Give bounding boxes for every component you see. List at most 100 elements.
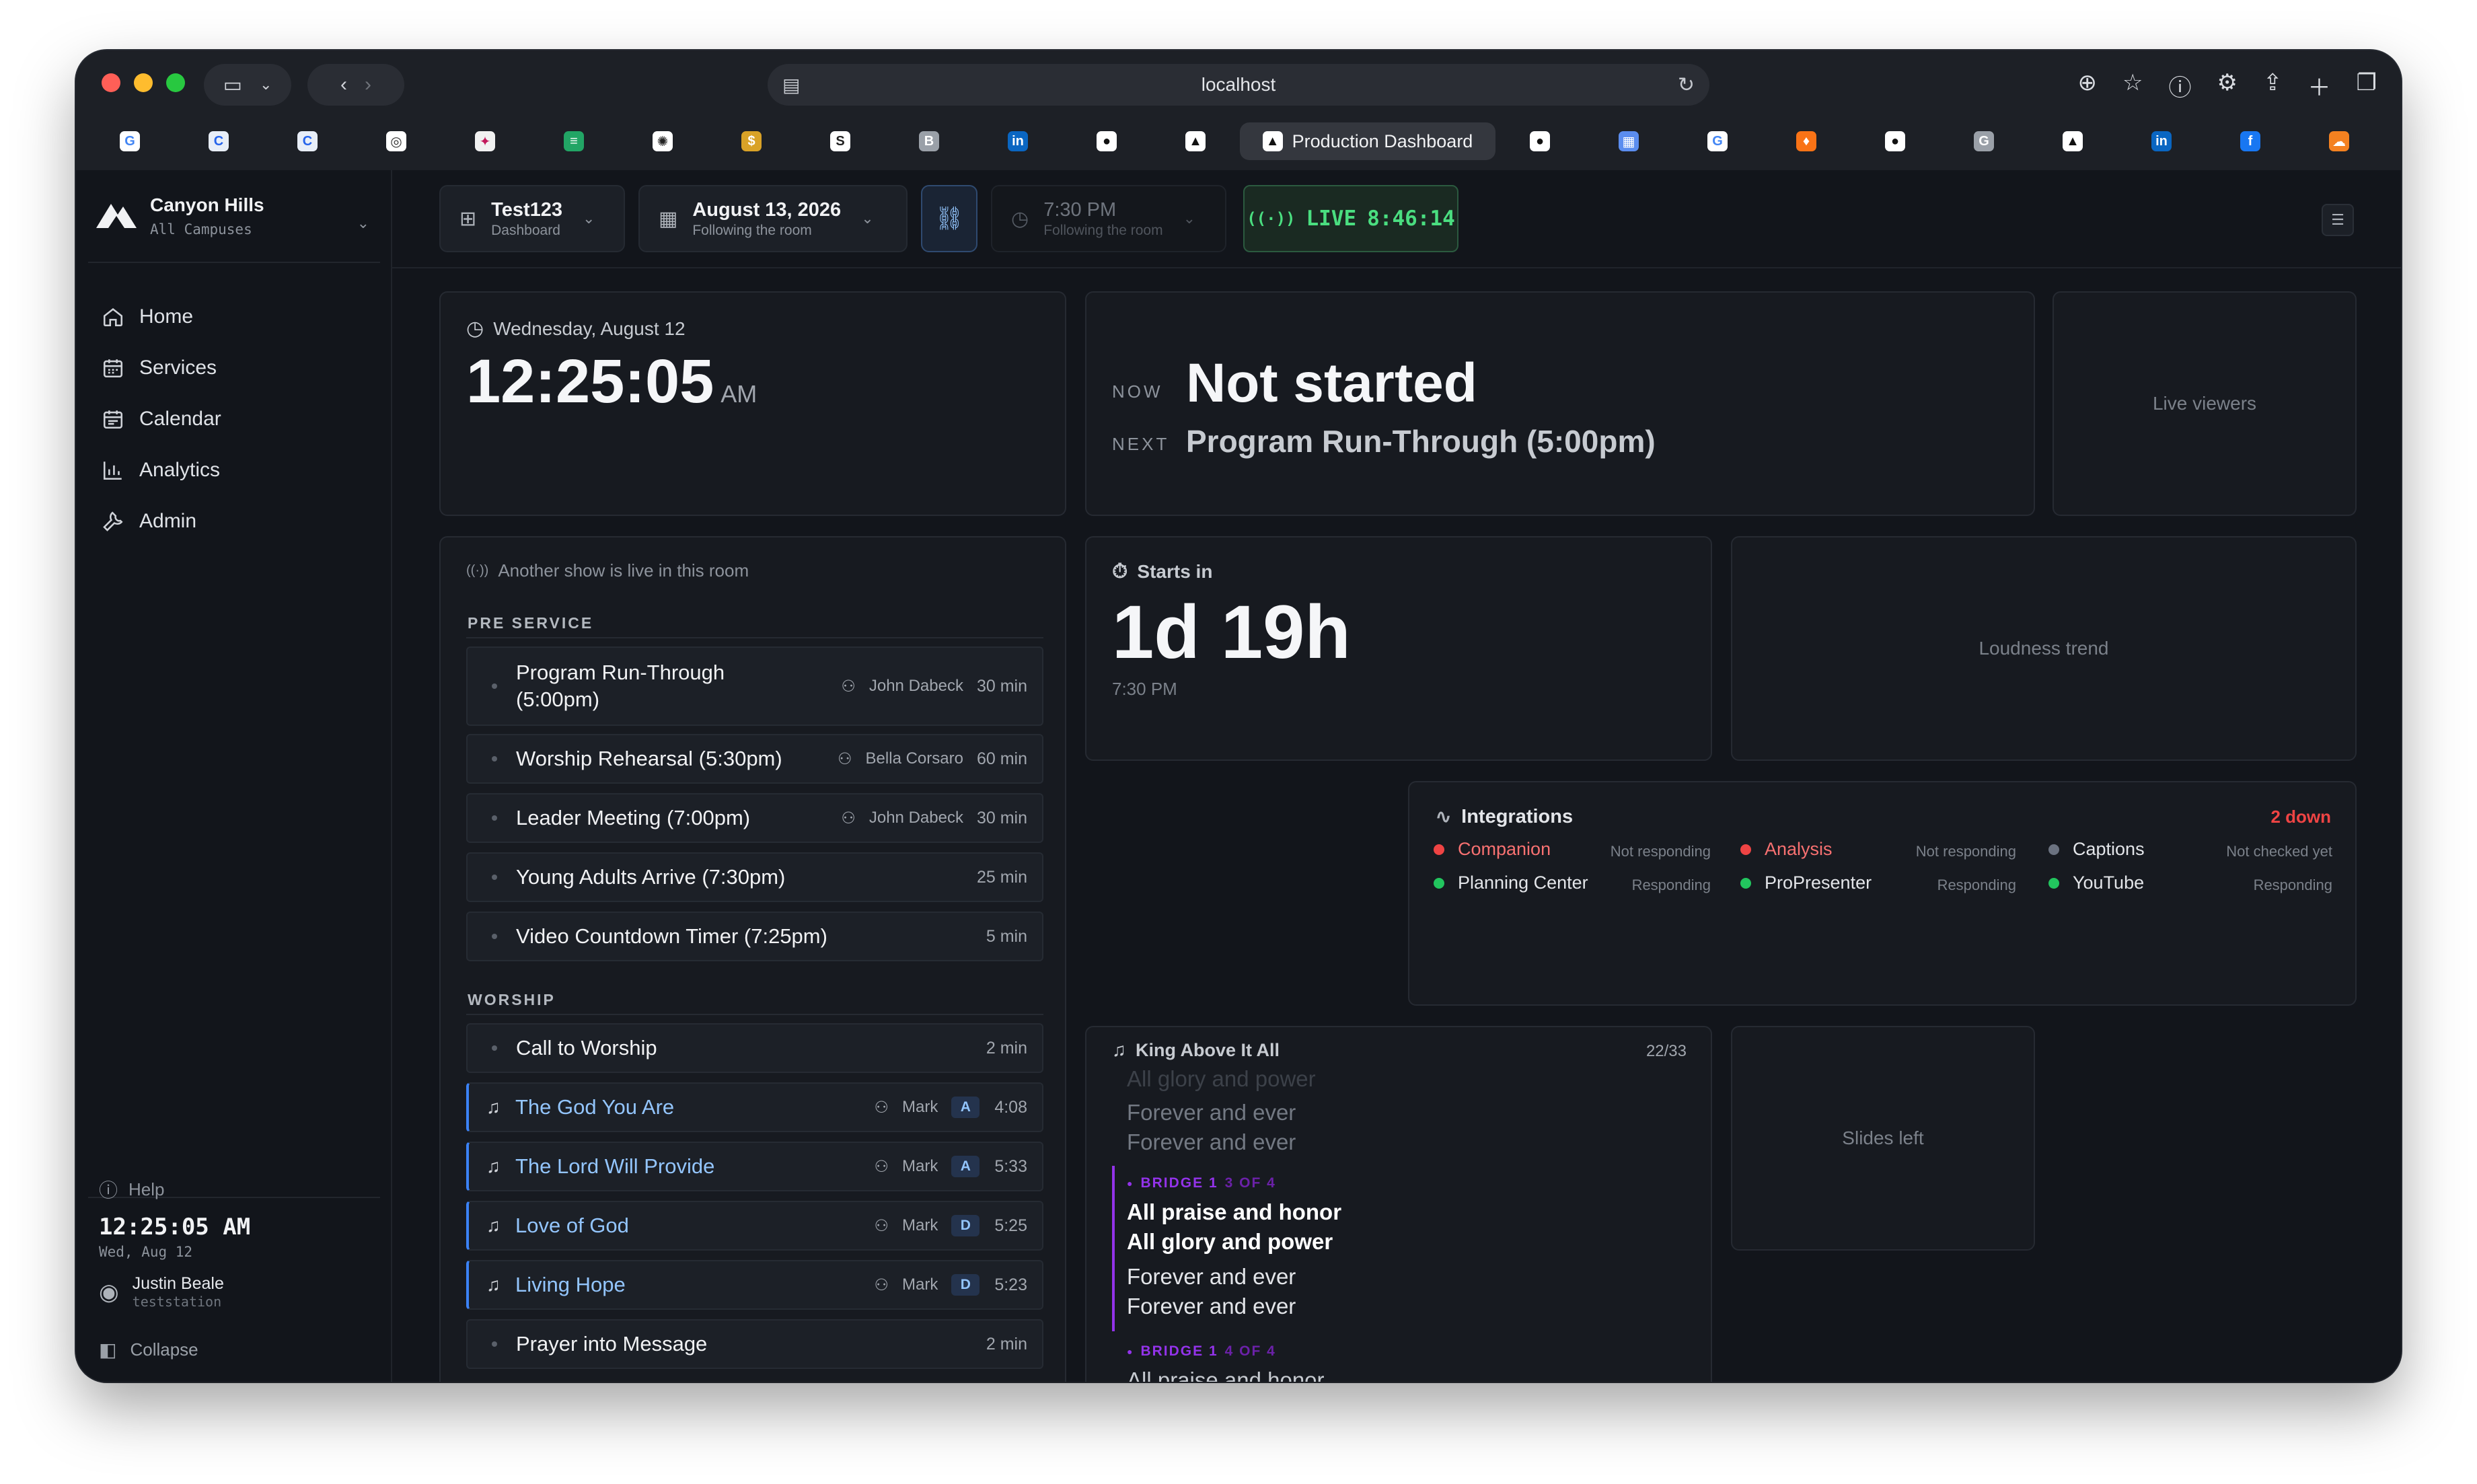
browser-tab[interactable]: ▲ [1151,122,1240,160]
section-header: PRE SERVICE [468,614,594,632]
browser-tab[interactable]: ▦ [1584,122,1673,160]
integration-status: Responding [2253,877,2332,893]
page-settings-icon[interactable]: ▤ [782,74,800,96]
run-item[interactable]: Young Adults Arrive (7:30pm) 25 min [466,852,1043,902]
date-sub: Following the room [692,222,812,238]
address-bar[interactable]: ▤ localhost ↻ [768,64,1709,106]
sidebar-item-calendar[interactable]: Calendar [96,394,379,445]
run-item-title: Young Adults Arrive (7:30pm) [516,865,786,889]
song-item[interactable]: ♫ The Lord Will Provide ⚇ Mark A 5:33 [466,1142,1043,1191]
browser-tab[interactable]: ☁ [2295,122,2383,160]
browser-tab[interactable]: C [263,122,352,160]
integration-status: Responding [1631,877,1711,893]
song-item[interactable]: ♫ Love of God ⚇ Mark D 5:25 [466,1201,1043,1251]
date-selector[interactable]: ▦ August 13, 2026 Following the room ⌄ [638,185,908,252]
run-item-title: Video Countdown Timer (7:25pm) [516,924,827,948]
integration-propresenter: ProPresenter [1740,873,1872,893]
browser-tab[interactable]: ● [1495,122,1584,160]
browser-tab[interactable]: in [973,122,1062,160]
tab-title: Production Dashboard [1292,131,1473,151]
browser-tab[interactable]: ≡ [529,122,618,160]
song-item[interactable]: ♫ The God You Are ⚇ Mark A 4:08 [466,1082,1043,1132]
forward-button[interactable]: › [365,73,371,96]
browser-tab[interactable]: ▲ [2028,122,2117,160]
song-item[interactable]: ♫ Living Hope ⚇ Mark D 5:23 [466,1260,1043,1310]
tab-overview-icon[interactable]: ❐ [2357,69,2377,102]
sidebar-item-services[interactable]: Services [96,342,379,394]
github-icon: ● [1530,131,1550,151]
reload-icon[interactable]: ↻ [1678,73,1695,97]
browser-tab[interactable]: ♦ [1762,122,1851,160]
time-selector[interactable]: ◷ 7:30 PM Following the room ⌄ [991,185,1226,252]
browser-tab[interactable]: $ [707,122,796,160]
starts-in-time: 7:30 PM [1112,679,1177,699]
run-item-title: Worship Rehearsal (5:30pm) [516,747,782,770]
sidebar-item-admin[interactable]: Admin [96,496,379,547]
browser-tab[interactable]: ✦ [441,122,529,160]
browser-tab[interactable]: ● [1851,122,1939,160]
browser-tab[interactable]: in [2117,122,2206,160]
lyric-line-current: Forever and ever [1127,1264,1296,1289]
run-item[interactable]: Program Run-Through (5:00pm) ⚇ John Dabe… [466,646,1043,726]
browser-tab[interactable]: S [796,122,885,160]
calendar-icon: ▦ [659,207,678,230]
dashboard-selector[interactable]: ⊞ Test123 Dashboard ⌄ [439,185,625,252]
sidebar-item-analytics[interactable]: Analytics [96,445,379,496]
mountain-icon: ▲ [1185,131,1206,151]
browser-tab[interactable]: C [174,122,263,160]
song-leader: Mark [901,1098,938,1116]
browser-tab[interactable]: ✺ [618,122,707,160]
run-item[interactable]: Leader Meeting (7:00pm) ⚇ John Dabeck 30… [466,793,1043,843]
sliders-icon: ☰ [2331,211,2344,228]
share-icon[interactable]: ⇪ [2263,69,2283,102]
user-station: teststation [132,1294,222,1310]
close-window-button[interactable] [102,73,120,92]
browser-tab[interactable]: G [85,122,174,160]
org-switcher[interactable]: Canyon Hills All Campuses ⌄ [96,190,379,244]
run-item[interactable]: Worship Rehearsal (5:30pm) ⚇ Bella Corsa… [466,734,1043,784]
sidebar-toggle-button[interactable]: ▭ ⌄ [204,64,291,106]
item-dot-icon [492,683,497,689]
loudness-trend-placeholder: Loudness trend [1979,638,2109,659]
song-leader: Mark [901,1157,938,1175]
downloads-icon[interactable]: ⊕ [2078,69,2098,102]
run-item[interactable]: Prayer into Message 2 min [466,1319,1043,1369]
settings-gear-icon[interactable]: ⚙ [2217,69,2238,102]
integrations-down-count: 2 down [2270,807,2331,827]
bird-icon: ✦ [475,131,495,151]
clock-ampm: AM [720,380,757,408]
integration-analysis: Analysis [1740,839,1833,860]
help-circle-icon: ⓘ [99,1180,118,1201]
browser-tab[interactable]: G [1939,122,2028,160]
run-item-title: Prayer into Message [516,1332,708,1356]
bookmark-star-icon[interactable]: ☆ [2122,69,2143,102]
maximize-window-button[interactable] [166,73,185,92]
browser-tab[interactable]: f [2206,122,2295,160]
browser-tab[interactable]: ◎ [352,122,441,160]
layout-settings-button[interactable]: ☰ [2322,204,2354,236]
browser-tab[interactable]: G [1673,122,1762,160]
sidebar-item-home[interactable]: Home [96,291,379,342]
browser-tab[interactable]: B [885,122,973,160]
run-item[interactable]: Call to Worship 2 min [466,1023,1043,1073]
chevron-down-icon: ⌄ [861,210,874,227]
run-item[interactable]: Video Countdown Timer (7:25pm) 5 min [466,912,1043,961]
app: Canyon Hills All Campuses ⌄ Home Service… [76,170,2401,1382]
user-profile[interactable]: ◉ Justin Beale teststation [99,1274,224,1310]
info-icon[interactable]: ⓘ [2169,69,2192,102]
link-toggle-button[interactable]: ⛓ [921,185,977,252]
section-position: 4 OF 4 [1224,1343,1276,1359]
minimize-window-button[interactable] [134,73,153,92]
browser-tab[interactable]: ● [1062,122,1151,160]
new-tab-icon[interactable]: ＋ [2308,69,2331,102]
dashboard-sub: Dashboard [491,222,560,238]
tab-production-dashboard[interactable]: ▲ Production Dashboard [1240,122,1495,160]
help-link[interactable]: ⓘ Help [99,1176,165,1203]
sidebar-item-label: Analytics [139,459,221,481]
time-title: 7:30 PM [1043,198,1117,221]
back-button[interactable]: ‹ [340,73,347,96]
collapse-sidebar-button[interactable]: ◧ Collapse [99,1339,198,1361]
now-value: Not started [1186,353,1477,414]
song-title: The God You Are [515,1095,675,1119]
circle-logo-icon: ◎ [386,131,406,151]
